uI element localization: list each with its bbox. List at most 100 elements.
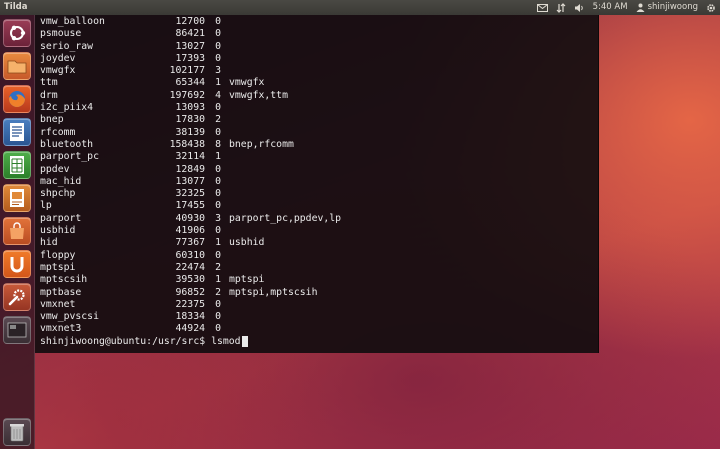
module-used: 0 [215, 323, 221, 335]
software-center-launcher[interactable] [3, 217, 31, 245]
module-by: bnep,rfcomm [229, 138, 294, 150]
module-by: vmwgfx [229, 77, 265, 89]
launcher [0, 15, 35, 449]
ubuntu-logo-icon [10, 25, 26, 41]
module-by: mptspi [229, 274, 265, 286]
module-used: 3 [215, 65, 221, 77]
module-row: vmxnet3 44924 0 [40, 323, 341, 335]
module-row: mptscsih 39530 1 mptspi [40, 274, 341, 286]
impress-presentation-icon [10, 189, 24, 207]
module-name: bluetooth [40, 138, 94, 150]
module-size: 197692 [169, 89, 205, 101]
module-name: lp [40, 200, 52, 212]
module-name: vmw_balloon [40, 16, 105, 27]
module-size: 86421 [175, 28, 206, 40]
module-name: shpchp [40, 188, 76, 200]
mail-icon[interactable] [536, 3, 548, 12]
module-name: i2c_piix4 [40, 102, 94, 114]
module-size: 17393 [175, 52, 206, 64]
ubuntu-one-icon [10, 257, 24, 273]
module-name: vmwgfx [40, 65, 76, 77]
firefox-launcher[interactable] [3, 85, 31, 113]
module-size: 102177 [169, 65, 205, 77]
module-used: 2 [215, 261, 221, 273]
module-name: psmouse [40, 28, 82, 40]
network-icon[interactable] [556, 2, 566, 13]
module-size: 32114 [175, 151, 206, 163]
module-used: 0 [215, 28, 221, 40]
module-used: 1 [215, 77, 221, 89]
module-row: ttm 65344 1 vmwgfx [40, 77, 341, 89]
module-size: 38139 [175, 126, 206, 138]
module-row: vmw_balloon 12700 0 [40, 16, 341, 28]
module-row: joydev 17393 0 [40, 53, 341, 65]
module-used: 0 [215, 188, 221, 200]
module-size: 96852 [175, 286, 206, 298]
module-name: ppdev [40, 163, 70, 175]
tilda-terminal[interactable]: vmw_balloon 12700 0 psmouse 86421 0 serio_raw 1… [35, 15, 599, 353]
dash-button[interactable] [3, 19, 31, 47]
module-row: parport 40930 3 parport_pc,ppdev,lp [40, 213, 341, 225]
module-name: hid [40, 237, 58, 249]
text-cursor [241, 336, 248, 348]
module-name: drm [40, 89, 58, 101]
libreoffice-writer-launcher[interactable] [3, 118, 31, 146]
module-size: 158438 [169, 138, 205, 150]
clock[interactable]: 5:40 AM [593, 0, 628, 15]
module-row: usbhid 41906 0 [40, 225, 341, 237]
trash-icon [10, 424, 24, 442]
module-used: 0 [215, 249, 221, 261]
user-icon [636, 3, 645, 12]
active-app-title: Tilda [4, 2, 28, 12]
power-gear-icon[interactable] [706, 3, 716, 13]
module-size: 13027 [175, 40, 206, 52]
system-settings-launcher[interactable] [3, 283, 31, 311]
module-used: 0 [215, 126, 221, 138]
module-by: usbhid [229, 237, 265, 249]
module-used: 0 [215, 163, 221, 175]
module-size: 13077 [175, 175, 206, 187]
ubuntu-one-launcher[interactable] [3, 250, 31, 278]
writer-document-icon [10, 123, 24, 141]
module-size: 40930 [175, 212, 206, 224]
volume-icon[interactable] [574, 3, 585, 13]
calc-spreadsheet-icon [10, 156, 24, 174]
files-launcher[interactable] [3, 52, 31, 80]
module-row: lp 17455 0 [40, 200, 341, 212]
module-row: i2c_piix4 13093 0 [40, 102, 341, 114]
module-name: mac_hid [40, 175, 82, 187]
module-name: rfcomm [40, 126, 76, 138]
libreoffice-impress-launcher[interactable] [3, 184, 31, 212]
workspace-grid-icon [7, 322, 27, 338]
module-name: vmxnet [40, 298, 76, 310]
module-size: 32325 [175, 188, 206, 200]
command-line[interactable]: shinjiwoong@ubuntu:/usr/src$ lsmod [40, 336, 341, 348]
module-row: drm 197692 4 vmwgfx,ttm [40, 90, 341, 102]
module-used: 3 [215, 212, 221, 224]
module-row: vmxnet 22375 0 [40, 299, 341, 311]
module-name: floppy [40, 249, 76, 261]
workspace-switcher-launcher[interactable] [3, 316, 31, 344]
module-name: ttm [40, 77, 58, 89]
trash-launcher[interactable] [3, 418, 31, 446]
module-used: 2 [215, 114, 221, 126]
module-size: 65344 [175, 77, 206, 89]
module-used: 1 [215, 274, 221, 286]
module-by: parport_pc,ppdev,lp [229, 212, 342, 224]
shell-prompt: shinjiwoong@ubuntu:/usr/src$ [40, 335, 212, 347]
module-size: 13093 [175, 102, 206, 114]
module-used: 0 [215, 16, 221, 27]
module-row: shpchp 32325 0 [40, 188, 341, 200]
user-menu[interactable]: shinjiwoong [636, 0, 698, 15]
module-row: rfcomm 38139 0 [40, 127, 341, 139]
module-row: hid 77367 1 usbhid [40, 237, 341, 249]
module-size: 44924 [175, 323, 206, 335]
libreoffice-calc-launcher[interactable] [3, 151, 31, 179]
module-by: vmwgfx,ttm [229, 89, 288, 101]
module-size: 77367 [175, 237, 206, 249]
module-name: mptbase [40, 286, 82, 298]
module-size: 12849 [175, 163, 206, 175]
module-size: 60310 [175, 249, 206, 261]
module-row: serio_raw 13027 0 [40, 41, 341, 53]
module-row: mac_hid 13077 0 [40, 176, 341, 188]
